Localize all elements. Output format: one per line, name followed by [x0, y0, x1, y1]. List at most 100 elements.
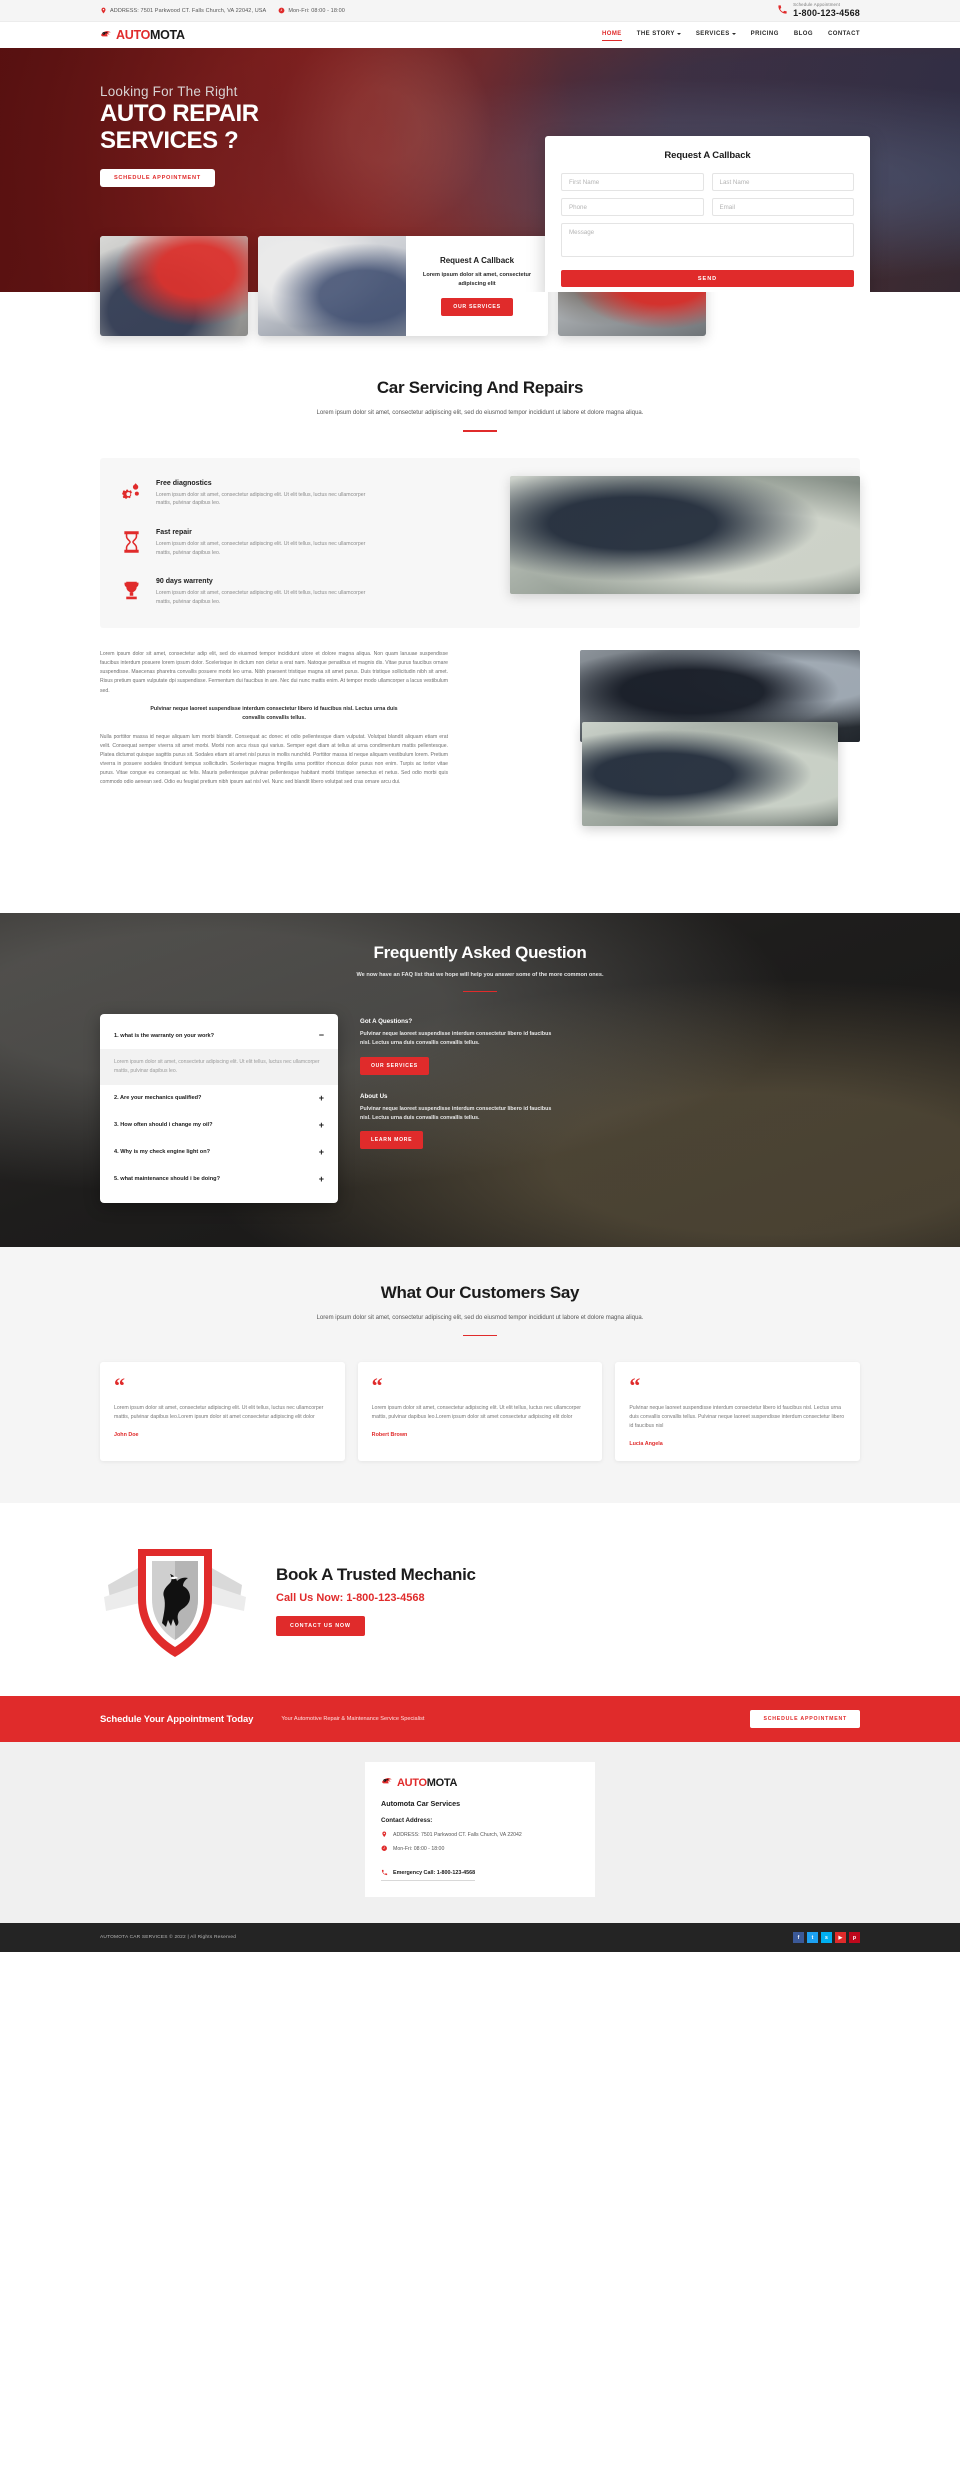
service-feature-desc: Lorem ipsum dolor sit amet, consectetur …: [156, 491, 366, 507]
faq-accordion: 1. what is the warranty on your work? − …: [100, 1014, 338, 1203]
callback-contact-row: [561, 198, 854, 216]
footer-logo[interactable]: AUTOMOTA: [381, 1776, 579, 1789]
cta-heading: Schedule Your Appointment Today: [100, 1713, 254, 1725]
youtube-glyph: ▶: [838, 1934, 843, 1941]
facebook-icon[interactable]: f: [793, 1932, 804, 1944]
faq-side-heading-2: About Us: [360, 1092, 388, 1100]
testimonial-card: “ Pulvinar neque laoreet suspendisse int…: [615, 1362, 861, 1462]
phone-icon: [381, 1869, 388, 1876]
book-heading: Book A Trusted Mechanic: [276, 1565, 476, 1585]
faq-section: Frequently Asked Question We now have an…: [0, 913, 960, 1246]
contact-us-now-button[interactable]: CONTACT US NOW: [276, 1616, 365, 1637]
topbar-address: ADDRESS: 7501 Parkwood CT. Falls Church,…: [100, 7, 266, 14]
article-pullquote: Pulvinar neque laoreet suspendisse inter…: [150, 705, 398, 721]
landing-page: ADDRESS: 7501 Parkwood CT. Falls Church,…: [0, 0, 960, 1953]
horse-shield-badge-icon: [100, 1537, 250, 1662]
skype-icon[interactable]: s: [821, 1932, 832, 1944]
testimonial-text: Pulvinar neque laoreet suspendisse inter…: [629, 1404, 845, 1430]
nav-item-the-story[interactable]: THE STORY: [637, 31, 681, 39]
pinterest-icon[interactable]: p: [849, 1932, 860, 1944]
faq-side-column: Got A Questions? Pulvinar neque laoreet …: [360, 1014, 860, 1202]
service-feature-title: Fast repair: [156, 528, 192, 536]
logo-wordmark: AUTOMOTA: [116, 28, 185, 42]
schedule-appointment-label: Schedule Appointment: [793, 1, 841, 7]
testimonial-card: “ Lorem ipsum dolor sit amet, consectetu…: [100, 1362, 345, 1462]
faq-question-2[interactable]: 2. Are your mechanics qualified? +: [100, 1085, 338, 1112]
testimonial-text: Lorem ipsum dolor sit amet, consectetur …: [371, 1404, 581, 1420]
nav-label-services: SERVICES: [695, 31, 730, 37]
faq-question-5[interactable]: 5. what maintenance should i be doing? +: [100, 1166, 338, 1193]
testimonials-title: What Our Customers Say: [380, 1282, 580, 1302]
faq-divider: [463, 990, 497, 993]
minus-icon: −: [318, 1030, 324, 1041]
send-button[interactable]: SEND: [561, 270, 854, 287]
first-name-input[interactable]: [561, 173, 704, 191]
strip-callback-title: Request A Callback: [439, 256, 515, 266]
faq-side-block-questions: Got A Questions? Pulvinar neque laoreet …: [360, 1018, 860, 1075]
service-feature-title: Free diagnostics: [156, 479, 212, 487]
chevron-down-icon: [676, 33, 681, 35]
faq-side-text-1: Pulvinar neque laoreet suspendisse inter…: [360, 1031, 552, 1047]
email-input[interactable]: [711, 198, 854, 216]
faq-question-1[interactable]: 1. what is the warranty on your work? −: [100, 1022, 338, 1049]
book-call-number[interactable]: Call Us Now: 1-800-123-4568: [276, 1592, 476, 1604]
testimonials-section: What Our Customers Say Lorem ipsum dolor…: [0, 1246, 960, 1504]
nav-item-contact[interactable]: CONTACT: [828, 31, 860, 39]
twitter-icon[interactable]: t: [807, 1932, 818, 1944]
trophy-icon: [118, 578, 144, 606]
logo-text-second: MOTA: [150, 28, 185, 42]
service-feature-text-block: Fast repair Lorem ipsum dolor sit amet, …: [156, 529, 371, 557]
servicing-subtitle: Lorem ipsum dolor sit amet, consectetur …: [316, 410, 644, 416]
article-paragraph-2: Nulla porttitor massa id neque aliquam l…: [100, 733, 448, 785]
cta-subtext: Your Automotive Repair & Maintenance Ser…: [281, 1716, 425, 1723]
faq-question-2-text: 2. Are your mechanics qualified?: [114, 1095, 202, 1102]
faq-question-4[interactable]: 4. Why is my check engine light on? +: [100, 1139, 338, 1166]
quote-icon: “: [629, 1373, 641, 1399]
callback-form-title: Request A Callback: [664, 150, 751, 161]
hero-subtitle: Looking For The Right: [100, 84, 238, 99]
service-feature-text-block: Free diagnostics Lorem ipsum dolor sit a…: [156, 480, 371, 508]
faq-question-3-text: 3. How often should i change my oil?: [114, 1122, 213, 1129]
footer-contact-heading: Contact Address:: [381, 1817, 433, 1825]
cta-schedule-appointment-button[interactable]: SCHEDULE APPOINTMENT: [750, 1710, 860, 1729]
faq-question-1-text: 1. what is the warranty on your work?: [114, 1032, 215, 1039]
faq-question-3[interactable]: 3. How often should i change my oil? +: [100, 1112, 338, 1139]
services-panel-wrap: Free diagnostics Lorem ipsum dolor sit a…: [0, 432, 960, 629]
map-pin-icon: [381, 1831, 388, 1838]
faq-title: Frequently Asked Question: [373, 943, 587, 963]
our-services-button[interactable]: OUR SERVICES: [441, 297, 513, 316]
message-textarea[interactable]: [561, 223, 854, 257]
faq-answer-1: Lorem ipsum dolor sit amet, consectetur …: [100, 1049, 338, 1085]
nav-label-contact: CONTACT: [827, 31, 860, 37]
article-section: Lorem ipsum dolor sit amet, consectetur …: [0, 628, 960, 885]
footer-address-text: ADDRESS: 7501 Parkwood CT. Falls Church,…: [393, 1831, 522, 1838]
phone-input[interactable]: [561, 198, 704, 216]
topbar-hours: Mon-Fri: 08:00 - 18:00: [278, 7, 345, 14]
faq-our-services-button[interactable]: OUR SERVICES: [360, 1056, 429, 1075]
footer-emergency-call[interactable]: Emergency Call: 1-800-123-4568: [381, 1869, 476, 1882]
footer-hours-line: Mon-Fri: 08:00 - 18:00: [381, 1845, 579, 1852]
strip-photo-2: [258, 236, 406, 336]
nav-item-blog[interactable]: BLOG: [794, 31, 813, 39]
callback-name-row: [561, 173, 854, 191]
topbar-phone-block[interactable]: Schedule Appointment 1-800-123-4568: [777, 1, 860, 19]
strip-photo-card-1[interactable]: [100, 236, 248, 336]
strip-photo-card-2: [258, 236, 406, 336]
phone-number[interactable]: 1-800-123-4568: [793, 8, 860, 18]
nav-item-home[interactable]: HOME: [601, 31, 622, 41]
last-name-input[interactable]: [711, 173, 854, 191]
nav-label-the-story: THE STORY: [636, 31, 675, 37]
site-logo[interactable]: AUTOMOTA: [100, 28, 185, 42]
footer-address-line: ADDRESS: 7501 Parkwood CT. Falls Church,…: [381, 1831, 579, 1838]
nav-item-services[interactable]: SERVICES: [696, 31, 736, 39]
phone-icon: [777, 4, 788, 17]
hero-text-block: Looking For The Right AUTO REPAIR SERVIC…: [100, 48, 400, 187]
footer-contact-column: AUTOMOTA Automota Car Services Contact A…: [365, 1762, 595, 1898]
topbar-left: ADDRESS: 7501 Parkwood CT. Falls Church,…: [100, 7, 345, 14]
nav-item-pricing[interactable]: PRICING: [751, 31, 779, 39]
hero-title: AUTO REPAIR SERVICES ?: [100, 100, 400, 155]
service-feature-desc: Lorem ipsum dolor sit amet, consectetur …: [156, 590, 366, 605]
youtube-icon[interactable]: ▶: [835, 1932, 846, 1944]
faq-learn-more-button[interactable]: LEARN MORE: [360, 1131, 424, 1150]
schedule-appointment-button[interactable]: SCHEDULE APPOINTMENT: [100, 168, 215, 187]
